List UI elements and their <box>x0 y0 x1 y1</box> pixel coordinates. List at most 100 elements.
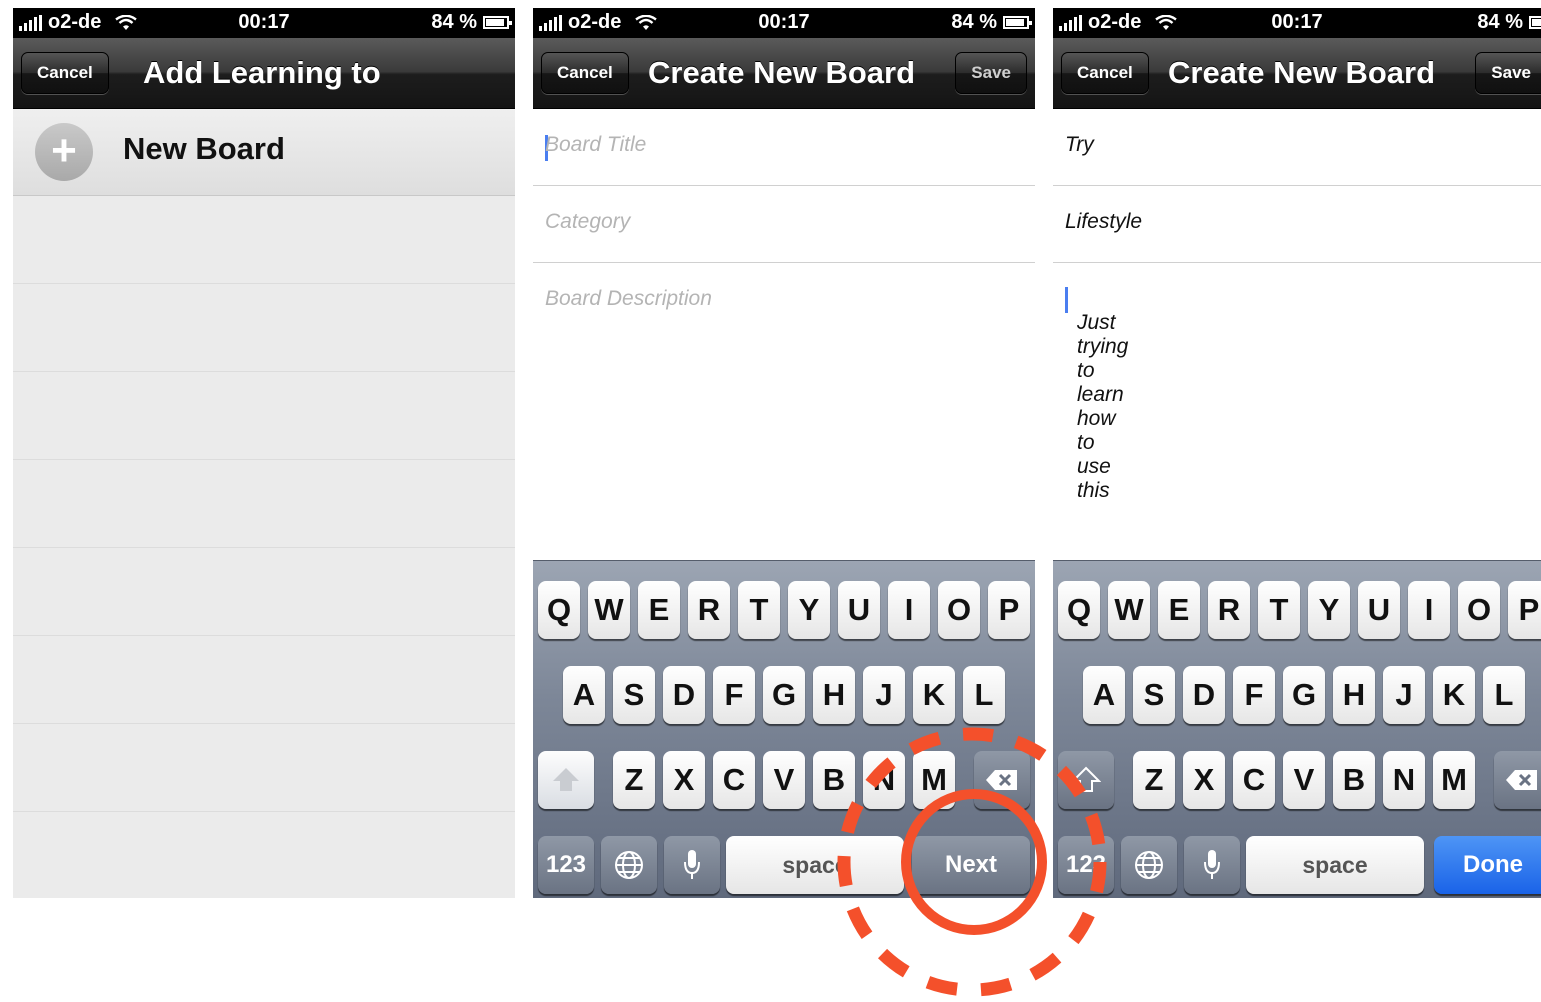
key-u[interactable]: U <box>838 581 880 639</box>
key-f[interactable]: F <box>713 666 755 724</box>
list-item <box>13 460 515 548</box>
globe-key[interactable] <box>1121 836 1177 894</box>
key-m[interactable]: M <box>1433 751 1475 809</box>
key-s[interactable]: S <box>1133 666 1175 724</box>
key-r[interactable]: R <box>1208 581 1250 639</box>
key-g[interactable]: G <box>1283 666 1325 724</box>
key-w[interactable]: W <box>588 581 630 639</box>
key-h[interactable]: H <box>1333 666 1375 724</box>
key-m[interactable]: M <box>913 751 955 809</box>
new-board-row[interactable]: + New Board <box>13 109 515 196</box>
key-y[interactable]: Y <box>788 581 830 639</box>
board-title-value: Try <box>1065 133 1094 156</box>
key-j[interactable]: J <box>863 666 905 724</box>
key-o[interactable]: O <box>1458 581 1500 639</box>
status-bar: o2-de 00:17 84 % <box>1053 8 1541 38</box>
numbers-key[interactable]: 123 <box>1058 836 1114 894</box>
list-item <box>13 636 515 724</box>
cancel-button[interactable]: Cancel <box>1061 52 1149 94</box>
done-key[interactable]: Done <box>1434 836 1541 894</box>
key-n[interactable]: N <box>863 751 905 809</box>
key-d[interactable]: D <box>663 666 705 724</box>
key-q[interactable]: Q <box>538 581 580 639</box>
cancel-button[interactable]: Cancel <box>21 52 109 94</box>
delete-key[interactable] <box>1494 751 1541 809</box>
key-a[interactable]: A <box>563 666 605 724</box>
key-u[interactable]: U <box>1358 581 1400 639</box>
microphone-key[interactable] <box>1184 836 1240 894</box>
new-board-label: New Board <box>123 131 285 166</box>
key-s[interactable]: S <box>613 666 655 724</box>
key-c[interactable]: C <box>1233 751 1275 809</box>
key-n[interactable]: N <box>1383 751 1425 809</box>
key-v[interactable]: V <box>763 751 805 809</box>
key-l[interactable]: L <box>1483 666 1525 724</box>
category-placeholder: Category <box>545 210 631 233</box>
numbers-key[interactable]: 123 <box>538 836 594 894</box>
board-title-field[interactable]: Board Title <box>533 109 1035 186</box>
globe-key[interactable] <box>601 836 657 894</box>
list-item <box>13 284 515 372</box>
key-c[interactable]: C <box>713 751 755 809</box>
battery-icon <box>483 16 512 29</box>
key-z[interactable]: Z <box>1133 751 1175 809</box>
key-x[interactable]: X <box>1183 751 1225 809</box>
key-y[interactable]: Y <box>1308 581 1350 639</box>
board-title-field[interactable]: Try <box>1053 109 1541 186</box>
key-i[interactable]: I <box>1408 581 1450 639</box>
category-field[interactable]: Lifestyle <box>1053 186 1541 263</box>
board-description-field[interactable]: Just trying to learn how to use this <box>1053 263 1541 553</box>
key-k[interactable]: K <box>1433 666 1475 724</box>
microphone-key[interactable] <box>664 836 720 894</box>
key-g[interactable]: G <box>763 666 805 724</box>
nav-bar: Cancel Add Learning to <box>13 38 515 109</box>
next-key[interactable]: Next <box>912 836 1030 894</box>
category-field[interactable]: Category <box>533 186 1035 263</box>
keyboard: Q W E R T Y U I O P A S D F G H J K L Z … <box>1053 560 1541 898</box>
key-b[interactable]: B <box>813 751 855 809</box>
key-t[interactable]: T <box>738 581 780 639</box>
space-key[interactable]: space <box>1246 836 1424 894</box>
key-q[interactable]: Q <box>1058 581 1100 639</box>
cancel-button[interactable]: Cancel <box>541 52 629 94</box>
key-b[interactable]: B <box>1333 751 1375 809</box>
key-z[interactable]: Z <box>613 751 655 809</box>
key-j[interactable]: J <box>1383 666 1425 724</box>
key-w[interactable]: W <box>1108 581 1150 639</box>
key-e[interactable]: E <box>638 581 680 639</box>
key-k[interactable]: K <box>913 666 955 724</box>
globe-icon <box>1135 851 1163 879</box>
list-item <box>13 724 515 812</box>
key-l[interactable]: L <box>963 666 1005 724</box>
board-description-value: Just trying to learn how to use this <box>1077 311 1129 502</box>
shift-key[interactable] <box>538 751 594 809</box>
battery-percent: 84 % <box>951 11 997 33</box>
battery-icon <box>1529 16 1541 29</box>
key-f[interactable]: F <box>1233 666 1275 724</box>
screen-create-board-empty: o2-de 00:17 84 % Cancel Create New Board… <box>533 8 1035 898</box>
key-x[interactable]: X <box>663 751 705 809</box>
delete-key[interactable] <box>974 751 1030 809</box>
key-t[interactable]: T <box>1258 581 1300 639</box>
keyboard: Q W E R T Y U I O P A S D F G H J K L Z … <box>533 560 1035 898</box>
key-r[interactable]: R <box>688 581 730 639</box>
key-i[interactable]: I <box>888 581 930 639</box>
status-bar: o2-de 00:17 84 % <box>533 8 1035 38</box>
key-o[interactable]: O <box>938 581 980 639</box>
key-d[interactable]: D <box>1183 666 1225 724</box>
key-p[interactable]: P <box>1508 581 1541 639</box>
key-a[interactable]: A <box>1083 666 1125 724</box>
key-v[interactable]: V <box>1283 751 1325 809</box>
key-e[interactable]: E <box>1158 581 1200 639</box>
battery-percent: 84 % <box>431 11 477 33</box>
save-button[interactable]: Save <box>1475 52 1541 94</box>
globe-icon <box>615 851 643 879</box>
page-title: Create New Board <box>1168 55 1436 90</box>
shift-key[interactable] <box>1058 751 1114 809</box>
space-key[interactable]: space <box>726 836 904 894</box>
text-caret <box>1065 287 1068 313</box>
board-description-field[interactable]: Board Description <box>533 263 1035 553</box>
save-button[interactable]: Save <box>955 52 1027 94</box>
key-p[interactable]: P <box>988 581 1030 639</box>
key-h[interactable]: H <box>813 666 855 724</box>
